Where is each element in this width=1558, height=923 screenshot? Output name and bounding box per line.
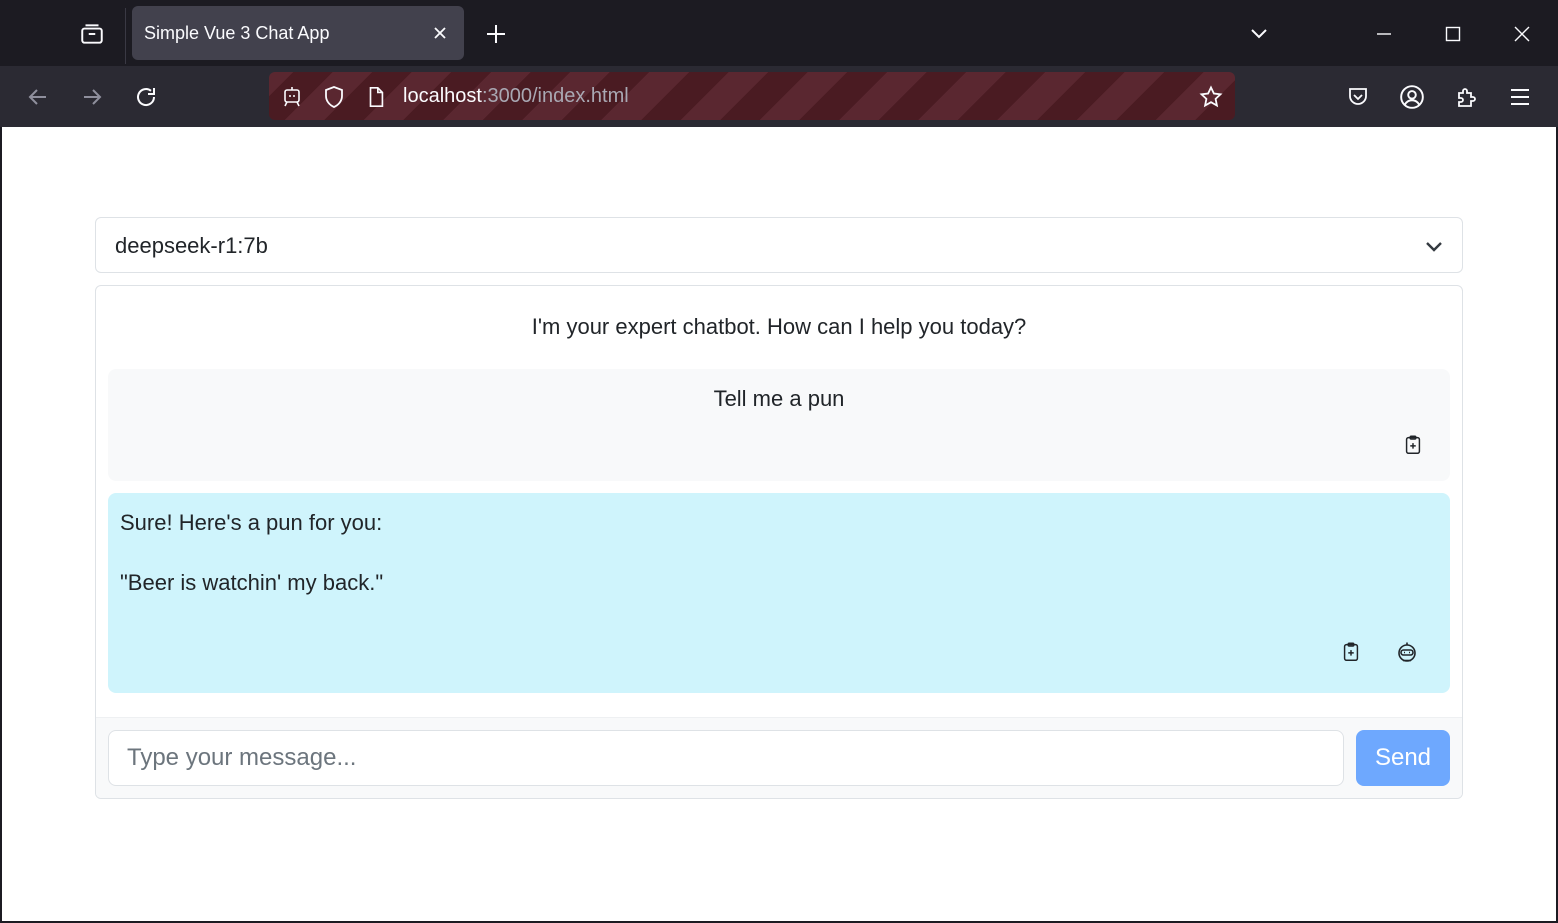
- tab-list-icon: [81, 24, 103, 44]
- tracking-protection-button[interactable]: [321, 84, 347, 110]
- list-all-tabs-button[interactable]: [1239, 14, 1279, 54]
- remote-control-indicator[interactable]: [279, 84, 305, 110]
- clipboard-plus-icon: [1405, 435, 1421, 454]
- chat-greeting: I'm your expert chatbot. How can I help …: [531, 314, 1027, 339]
- puzzle-icon: [1458, 88, 1476, 107]
- firefox-view-button[interactable]: [72, 14, 112, 54]
- pocket-button[interactable]: [1339, 78, 1377, 116]
- bookmark-button[interactable]: [1198, 84, 1224, 110]
- page-icon: [369, 87, 384, 107]
- model-select-value: deepseek-r1:7b: [115, 233, 268, 258]
- assistant-message-line: "Beer is watchin' my back.": [120, 570, 384, 595]
- minimize-icon: [1377, 33, 1391, 35]
- hamburger-icon: [1511, 89, 1529, 105]
- back-button[interactable]: [19, 78, 57, 116]
- url-host: localhost: [403, 85, 482, 107]
- model-select[interactable]: deepseek-r1:7b: [95, 217, 1463, 273]
- maximize-icon: [1445, 26, 1461, 42]
- send-button[interactable]: Send: [1356, 730, 1450, 786]
- copy-message-button[interactable]: [1400, 432, 1426, 458]
- url-path: :3000/index.html: [481, 85, 629, 107]
- user-message: Tell me a pun: [108, 369, 1450, 481]
- chevron-down-icon: [1251, 29, 1267, 39]
- star-icon: [1199, 85, 1223, 108]
- clipboard-plus-icon: [1343, 642, 1359, 661]
- user-message-text: Tell me a pun: [713, 386, 845, 411]
- message-input[interactable]: [108, 730, 1344, 786]
- page-content: deepseek-r1:7b I'm your expert chatbot. …: [2, 127, 1556, 921]
- new-tab-button[interactable]: [478, 16, 514, 52]
- robot-icon: [1398, 642, 1416, 662]
- chat-input-bar: Send: [96, 717, 1462, 798]
- reload-icon: [137, 88, 156, 106]
- page-info-button[interactable]: [363, 84, 389, 110]
- minimize-button[interactable]: [1364, 14, 1404, 54]
- menu-button[interactable]: [1501, 78, 1539, 116]
- close-icon: [434, 27, 446, 39]
- tab-divider: [125, 8, 126, 64]
- maximize-button[interactable]: [1433, 14, 1473, 54]
- browser-titlebar: Simple Vue 3 Chat App: [0, 0, 1558, 66]
- copy-message-button[interactable]: [1338, 639, 1364, 665]
- browser-tab[interactable]: Simple Vue 3 Chat App: [132, 6, 464, 60]
- plus-icon: [487, 25, 505, 43]
- shield-icon: [325, 86, 343, 108]
- assistant-avatar: [1394, 639, 1420, 665]
- robot-icon: [284, 87, 300, 107]
- close-window-button[interactable]: [1502, 14, 1542, 54]
- close-tab-button[interactable]: [424, 17, 456, 49]
- url-text[interactable]: localhost:3000/index.html: [403, 85, 629, 108]
- assistant-message-line: Sure! Here's a pun for you:: [120, 510, 383, 535]
- reload-button[interactable]: [127, 78, 165, 116]
- forward-button[interactable]: [73, 78, 111, 116]
- close-icon: [1514, 26, 1530, 42]
- pocket-icon: [1349, 88, 1367, 105]
- browser-navbar: localhost:3000/index.html: [0, 66, 1558, 127]
- address-bar[interactable]: localhost:3000/index.html: [269, 72, 1235, 120]
- chat-card: I'm your expert chatbot. How can I help …: [95, 285, 1463, 799]
- arrow-right-icon: [84, 89, 102, 105]
- account-icon: [1400, 85, 1424, 109]
- extensions-button[interactable]: [1447, 78, 1485, 116]
- chevron-down-icon: [1426, 242, 1442, 252]
- tab-title: Simple Vue 3 Chat App: [144, 22, 330, 43]
- arrow-left-icon: [28, 89, 46, 105]
- assistant-message: Sure! Here's a pun for you: "Beer is wat…: [108, 493, 1450, 693]
- account-button[interactable]: [1393, 78, 1431, 116]
